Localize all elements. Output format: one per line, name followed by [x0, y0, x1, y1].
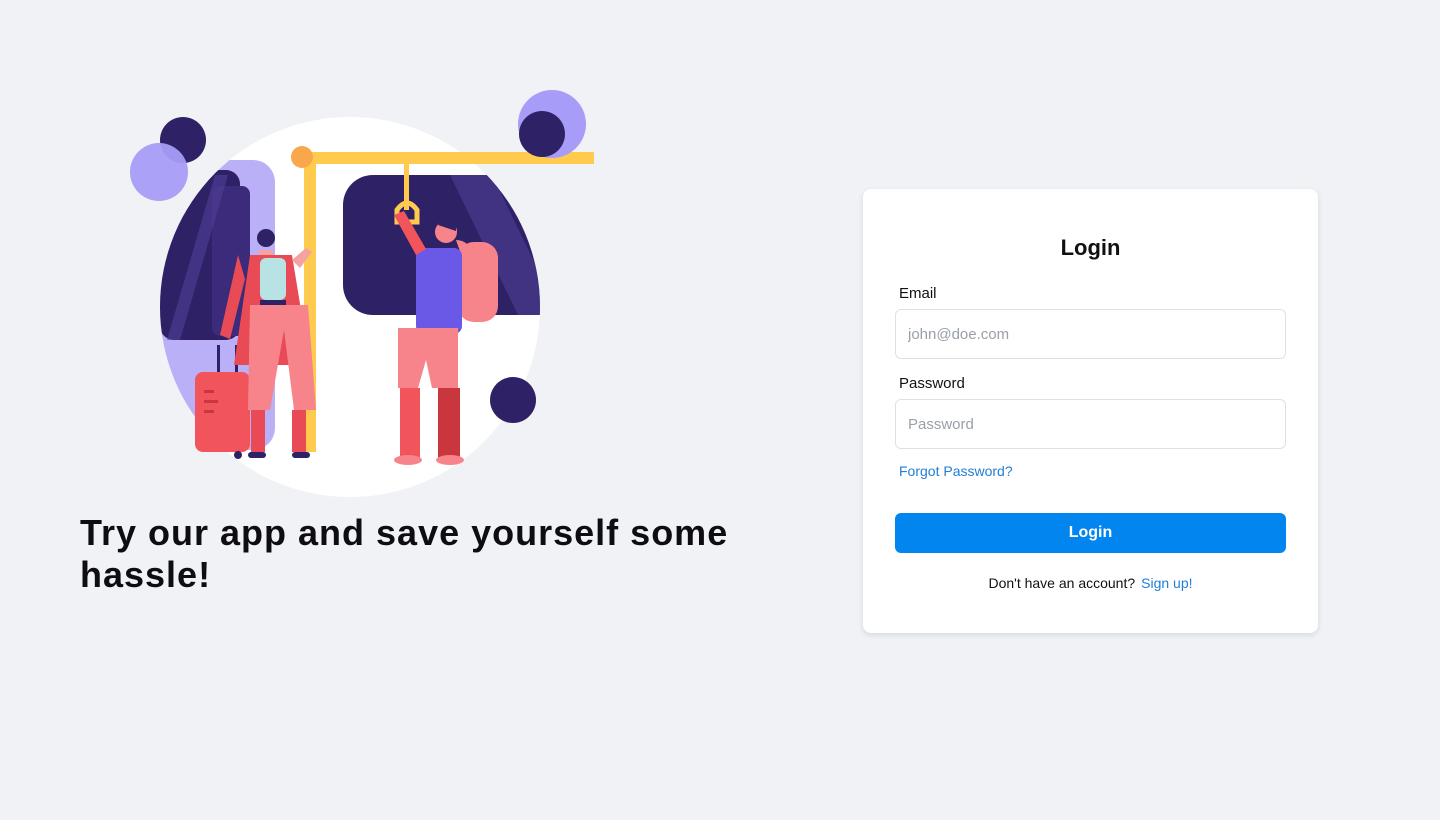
login-title: Login — [1060, 235, 1121, 260]
signup-prompt: Don't have an account? — [988, 575, 1136, 591]
login-button[interactable]: Login — [895, 513, 1286, 553]
commuters-illustration — [130, 90, 594, 497]
login-page: Try our app and save yourself some hassl… — [0, 0, 1440, 820]
hero-section: Try our app and save yourself some hassl… — [0, 0, 800, 820]
hero-tagline: Try our app and save yourself some hassl… — [80, 512, 729, 595]
signup-row: Don't have an account? Sign up! — [863, 575, 1318, 591]
signup-link[interactable]: Sign up! — [1141, 575, 1192, 591]
forgot-password-link[interactable]: Forgot Password? — [899, 463, 1013, 479]
email-label: Email — [899, 285, 937, 302]
password-label: Password — [899, 375, 965, 392]
login-card: Login Email Password Forgot Password? Lo… — [863, 189, 1318, 633]
email-input[interactable] — [895, 309, 1286, 359]
password-input[interactable] — [895, 399, 1286, 449]
